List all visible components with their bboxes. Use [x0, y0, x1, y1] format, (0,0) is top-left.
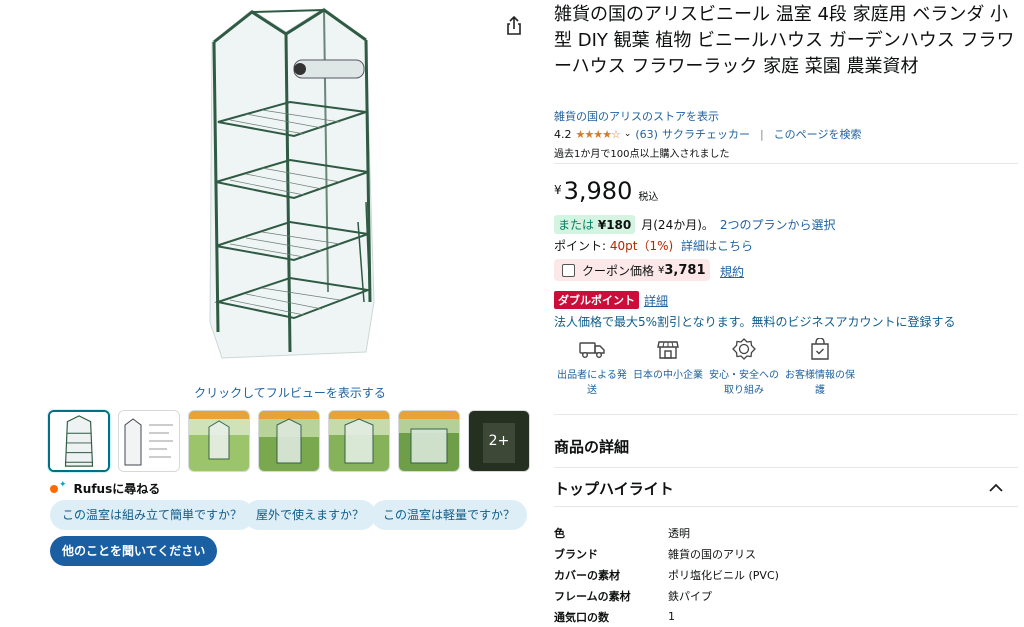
coupon-checkbox[interactable]: [562, 263, 575, 277]
installment-plans-link[interactable]: 2つのプランから選択: [720, 216, 836, 233]
rating-value: 4.2: [554, 127, 572, 141]
spec-key: カバーの素材: [554, 568, 620, 582]
rufus-question-chip[interactable]: この温室は軽量ですか？: [371, 500, 528, 530]
points-label: ポイント:: [554, 239, 607, 253]
spec-key: 色: [554, 526, 565, 540]
feature-seller-shipping[interactable]: 出品者による発 送: [552, 338, 632, 398]
divider: [554, 163, 1018, 164]
feature-label: 出品者による発: [557, 370, 627, 381]
coupon-label: クーポン価格: [582, 263, 655, 278]
thumbnail-6[interactable]: [398, 410, 460, 472]
rufus-header: ✦ Rufusに尋ねる: [50, 480, 160, 497]
points-value: 40pt（1%): [609, 239, 674, 253]
coupon-box[interactable]: クーポン価格 ¥ 3,781: [554, 259, 710, 281]
shield-badge-icon: [732, 338, 756, 360]
rufus-question-chip[interactable]: この温室は組み立て簡単ですか？: [50, 500, 255, 530]
divider: [554, 506, 1018, 507]
thumbnail-more[interactable]: 2+: [468, 410, 530, 472]
chevron-up-icon[interactable]: [986, 478, 1006, 498]
chevron-down-icon[interactable]: ⌄: [624, 129, 632, 139]
main-product-image[interactable]: [190, 2, 394, 372]
truck-icon: [579, 342, 605, 358]
rating-row: 4.2 ★★★★☆ ⌄ (63) サクラチェッカー | このページを検索: [554, 126, 861, 142]
share-icon[interactable]: [500, 12, 528, 40]
installment-suffix: 月(24か月)。: [641, 218, 714, 232]
feature-label: 取り組み: [724, 385, 764, 396]
search-page-link[interactable]: このページを検索: [774, 126, 862, 142]
thumbnail-3[interactable]: [188, 410, 250, 472]
feature-label: 安心・安全への: [709, 370, 779, 381]
spec-value: 鉄パイプ: [668, 589, 712, 603]
divider: [554, 467, 1018, 468]
feature-small-business[interactable]: 日本の中小企業: [628, 338, 708, 383]
price-block: ¥ 3,980 税込: [554, 178, 658, 204]
table-row: 色 透明: [554, 522, 779, 543]
feature-label: お客様情報の保: [785, 370, 855, 381]
double-points-badge: ダブルポイント: [554, 291, 639, 309]
price-amount: 3,980: [563, 177, 633, 205]
divider: [554, 414, 1018, 415]
rufus-ask-more-button[interactable]: 他のことを聞いてください: [50, 536, 218, 566]
bought-past-month: 過去1か月で100点以上購入されました: [554, 149, 730, 160]
feature-label: 日本の中小企業: [633, 370, 703, 381]
installment-row: または ¥180 月(24か月)。 2つのプランから選択: [554, 215, 836, 234]
rufus-question-chip[interactable]: 屋外で使えますか？: [244, 500, 377, 530]
coupon-terms-link[interactable]: 規約: [720, 263, 744, 280]
installment-badge: または ¥180: [554, 215, 636, 234]
divider: |: [759, 127, 764, 141]
table-row: カバーの素材 ポリ塩化ビニル (PVC): [554, 564, 779, 585]
spec-key: 通気口の数: [554, 610, 609, 624]
product-title: 雑貨の国のアリスビニール 温室 4段 家庭用 ベランダ 小型 DIY 観葉 植物…: [554, 4, 1015, 77]
feature-label: 護: [815, 385, 825, 396]
sparkle-icon: ✦: [59, 479, 67, 490]
section-heading-details: 商品の詳細: [554, 438, 630, 456]
feature-label: 送: [587, 385, 597, 396]
feature-privacy[interactable]: お客様情報の保 護: [780, 338, 860, 398]
thumbnail-5[interactable]: [328, 410, 390, 472]
spec-value: 1: [668, 610, 675, 623]
thumbnail-2[interactable]: [118, 410, 180, 472]
star-rating-icon[interactable]: ★★★★☆: [576, 128, 621, 141]
lock-bag-icon: [811, 338, 829, 360]
table-row: ブランド 雑貨の国のアリス: [554, 543, 779, 564]
installment-amount: ¥180: [597, 218, 632, 232]
price-currency: ¥: [554, 183, 562, 197]
spec-key: ブランド: [554, 547, 598, 561]
section-heading-highlights[interactable]: トップハイライト: [554, 478, 674, 499]
rufus-logo-icon: [50, 484, 58, 493]
store-link[interactable]: 雑貨の国のアリスのストアを表示: [554, 108, 719, 124]
table-row: 通気口の数 1: [554, 606, 779, 627]
spec-table: 色 透明 ブランド 雑貨の国のアリス カバーの素材 ポリ塩化ビニル (PVC) フレー…: [554, 522, 779, 627]
sakura-checker-link[interactable]: サクラチェッカー: [662, 126, 750, 142]
thumbnail-strip: 2+: [48, 410, 530, 474]
points-row: ポイント: 40pt（1%) 詳細はこちら: [554, 237, 753, 254]
rufus-title: Rufusに尋ねる: [73, 482, 161, 496]
tax-label: 税込: [638, 192, 659, 203]
spec-value: 雑貨の国のアリス: [668, 547, 756, 561]
coupon-price: 3,781: [664, 262, 706, 278]
more-images-count: 2+: [469, 411, 529, 471]
feature-safety[interactable]: 安心・安全への 取り組み: [704, 338, 784, 398]
full-view-link[interactable]: クリックしてフルビューを表示する: [160, 384, 420, 401]
spec-key: フレームの素材: [554, 589, 631, 603]
spec-value: ポリ塩化ビニル (PVC): [668, 568, 779, 582]
store-icon: [657, 341, 679, 359]
spec-value: 透明: [668, 526, 690, 540]
thumbnail-4[interactable]: [258, 410, 320, 472]
thumbnail-1[interactable]: [48, 410, 110, 472]
installment-prefix: または: [558, 218, 595, 232]
table-row: フレームの素材 鉄パイプ: [554, 585, 779, 606]
double-points-details-link[interactable]: 詳細: [644, 292, 668, 309]
points-details-link[interactable]: 詳細はこちら: [681, 239, 753, 253]
business-account-link[interactable]: 法人価格で最大5%割引となります。無料のビジネスアカウントに登録する: [554, 313, 955, 330]
rating-count-link[interactable]: (63): [635, 128, 658, 141]
